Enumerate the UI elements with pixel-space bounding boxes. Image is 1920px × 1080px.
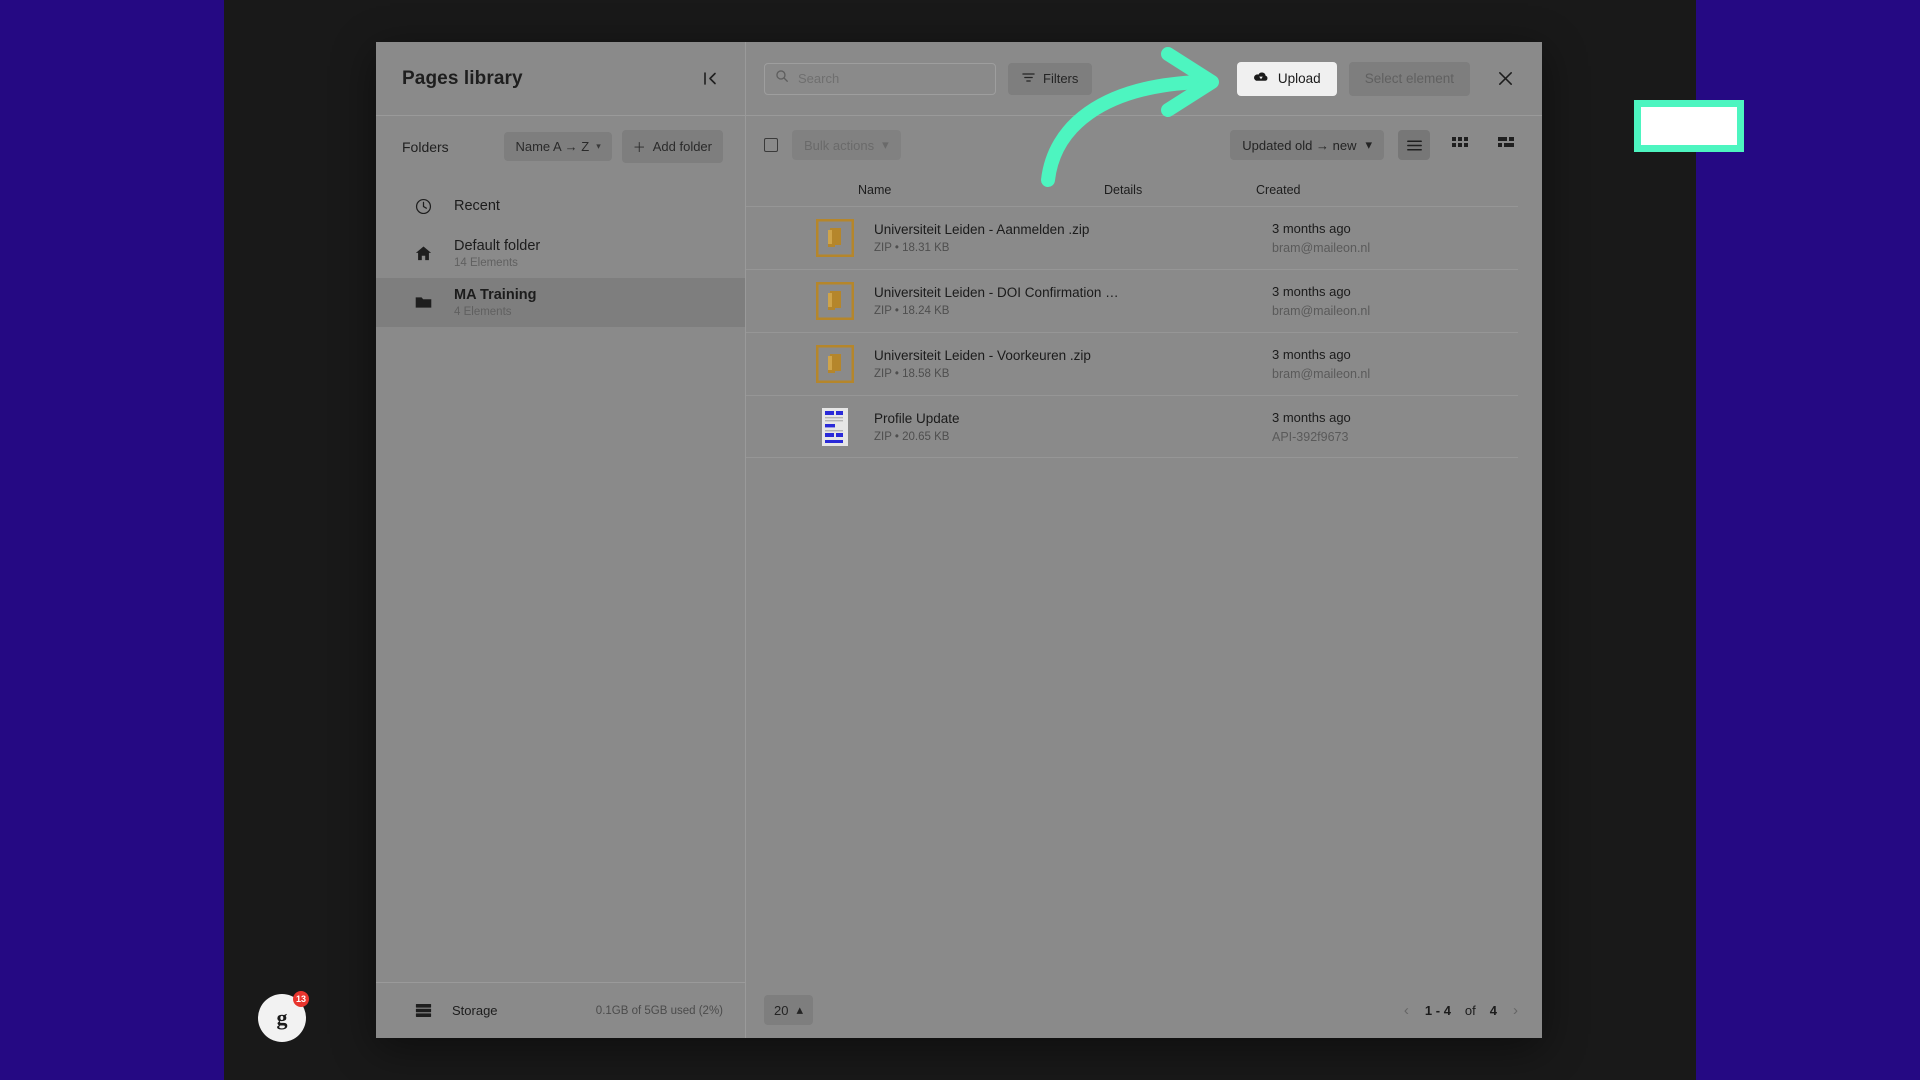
file-created: 3 months ago bbox=[1272, 347, 1351, 362]
file-meta: ZIP • 18.31 KB bbox=[874, 242, 950, 254]
storage-usage-text: 0.1GB of 5GB used (2%) bbox=[595, 1004, 723, 1017]
storage-label: Storage bbox=[452, 1003, 498, 1018]
file-created-by: bram@maileon.nl bbox=[1272, 367, 1371, 381]
chevron-down-icon: ▾ bbox=[882, 137, 889, 152]
folder-sort-label: Name A → Z bbox=[515, 139, 590, 154]
zip-file-icon bbox=[816, 345, 854, 383]
chevron-up-icon: ▴ bbox=[796, 1002, 803, 1017]
column-header-created: Created bbox=[1256, 183, 1301, 197]
document-preview-icon bbox=[816, 407, 854, 446]
collapse-panel-icon[interactable] bbox=[697, 66, 723, 92]
select-element-label: Select element bbox=[1364, 71, 1454, 86]
list-toolbar: Bulk actions ▾ Updated old → new ▾ bbox=[746, 116, 1542, 174]
folder-list: Recent Default folder 14 Elements MA Tra… bbox=[376, 183, 745, 327]
column-header-details: Details bbox=[1104, 183, 1143, 197]
filters-button[interactable]: Filters bbox=[1008, 62, 1093, 95]
pagination: ‹ 1 - 4 of 4 › bbox=[1402, 1002, 1520, 1019]
server-storage-icon bbox=[412, 1000, 434, 1022]
file-name: Profile Update bbox=[874, 410, 960, 426]
list-view-icon[interactable] bbox=[1398, 130, 1430, 160]
total-items: 4 bbox=[1489, 1002, 1497, 1018]
file-name: Universiteit Leiden - Aanmelden .zip bbox=[874, 222, 1090, 237]
column-header-name: Name bbox=[858, 183, 892, 197]
mosaic-view-icon[interactable] bbox=[1490, 130, 1522, 160]
sidebar-item-default-folder[interactable]: Default folder 14 Elements bbox=[376, 229, 745, 278]
filters-label: Filters bbox=[1043, 71, 1079, 86]
previous-page-button[interactable]: ‹ bbox=[1402, 1002, 1411, 1019]
home-icon bbox=[412, 243, 434, 265]
file-meta: ZIP • 18.24 KB bbox=[874, 305, 950, 317]
bulk-actions-button[interactable]: Bulk actions ▾ bbox=[792, 130, 901, 160]
sort-order-button[interactable]: Updated old → new ▾ bbox=[1230, 130, 1384, 160]
add-folder-button[interactable]: ＋ Add folder bbox=[621, 130, 723, 163]
sidebar-item-label: Default folder bbox=[454, 238, 541, 254]
file-created-by: bram@maileon.nl bbox=[1272, 304, 1371, 318]
table-row[interactable]: Universiteit Leiden - DOI Confirmation …… bbox=[746, 269, 1518, 332]
content-header: Filters Upload Select element bbox=[746, 42, 1542, 116]
folders-label: Folders bbox=[402, 138, 449, 155]
sort-order-label: Updated old → new bbox=[1242, 137, 1357, 153]
upload-button[interactable]: Upload bbox=[1236, 61, 1337, 96]
search-input[interactable] bbox=[798, 71, 985, 86]
content-panel: Filters Upload Select element bbox=[746, 42, 1542, 1038]
page-range: 1 - 4 bbox=[1424, 1002, 1451, 1018]
next-page-button[interactable]: › bbox=[1511, 1002, 1520, 1019]
table-header: Name Details Created bbox=[746, 174, 1518, 206]
sidebar-item-label: Recent bbox=[454, 198, 500, 214]
grid-view-icon[interactable] bbox=[1444, 130, 1476, 160]
chevron-down-icon: ▾ bbox=[596, 141, 601, 151]
file-name: Universiteit Leiden - DOI Confirmation … bbox=[874, 285, 1119, 300]
select-element-button[interactable]: Select element bbox=[1348, 61, 1470, 96]
file-created: 3 months ago bbox=[1272, 284, 1351, 299]
per-page-value: 20 bbox=[774, 1002, 789, 1018]
pages-library-modal: Pages library Folders Name A → Z ▾ ＋ Add… bbox=[376, 42, 1744, 1038]
file-name: Universiteit Leiden - Voorkeuren .zip bbox=[874, 348, 1091, 363]
page-title: Pages library bbox=[402, 67, 523, 89]
clock-icon bbox=[412, 195, 434, 217]
upload-label: Upload bbox=[1277, 71, 1321, 86]
select-all-checkbox[interactable] bbox=[764, 138, 778, 152]
folders-toolbar: Folders Name A → Z ▾ ＋ Add folder bbox=[376, 116, 745, 175]
zip-file-icon bbox=[816, 282, 854, 320]
sidebar-header: Pages library bbox=[376, 42, 745, 116]
folder-icon bbox=[412, 292, 434, 314]
close-icon[interactable] bbox=[1488, 62, 1522, 96]
pagination-of-label: of bbox=[1464, 1002, 1476, 1018]
file-meta: ZIP • 18.58 KB bbox=[874, 368, 950, 380]
filter-icon bbox=[1022, 71, 1035, 87]
table-row[interactable]: Universiteit Leiden - Voorkeuren .zip ZI… bbox=[746, 332, 1518, 395]
file-meta: ZIP • 20.65 KB bbox=[874, 430, 950, 443]
per-page-selector[interactable]: 20 ▴ bbox=[764, 995, 813, 1025]
storage-bar: Storage 0.1GB of 5GB used (2%) bbox=[376, 982, 745, 1038]
file-created: 3 months ago bbox=[1272, 409, 1351, 425]
table-row[interactable]: Profile Update ZIP • 20.65 KB 3 months a… bbox=[746, 395, 1518, 458]
sidebar: Pages library Folders Name A → Z ▾ ＋ Add… bbox=[376, 42, 746, 1038]
add-folder-label: Add folder bbox=[652, 139, 712, 154]
zip-file-icon bbox=[816, 219, 854, 257]
badge-count: 13 bbox=[293, 991, 309, 1007]
cloud-upload-icon bbox=[1253, 70, 1269, 87]
app-badge[interactable]: g 13 bbox=[258, 991, 309, 1042]
chevron-down-icon: ▾ bbox=[1365, 137, 1372, 152]
file-created: 3 months ago bbox=[1272, 221, 1351, 236]
badge-letter: g bbox=[276, 1005, 288, 1030]
table-row[interactable]: Universiteit Leiden - Aanmelden .zip ZIP… bbox=[746, 206, 1518, 269]
search-icon bbox=[775, 69, 789, 88]
file-created-by: API-392f9673 bbox=[1272, 429, 1349, 444]
search-field[interactable] bbox=[764, 62, 996, 95]
sidebar-item-label: MA Training bbox=[454, 287, 537, 303]
content-footer: 20 ▴ ‹ 1 - 4 of 4 › bbox=[746, 982, 1542, 1038]
sidebar-item-recent[interactable]: Recent bbox=[376, 183, 745, 229]
plus-icon: ＋ bbox=[632, 140, 646, 155]
file-created-by: bram@maileon.nl bbox=[1272, 241, 1371, 255]
sidebar-item-count: 14 Elements bbox=[454, 257, 518, 269]
folder-sort-button[interactable]: Name A → Z ▾ bbox=[504, 132, 612, 161]
sidebar-item-ma-training[interactable]: MA Training 4 Elements bbox=[376, 278, 745, 327]
bulk-actions-label: Bulk actions bbox=[804, 137, 875, 153]
sidebar-item-count: 4 Elements bbox=[454, 306, 512, 318]
file-table: Name Details Created Universiteit Leiden… bbox=[746, 174, 1542, 458]
